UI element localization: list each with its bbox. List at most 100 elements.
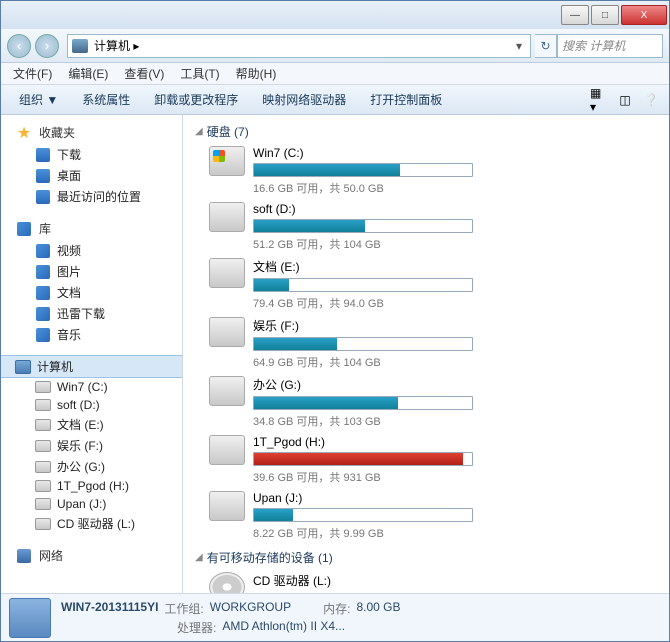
menu-view[interactable]: 查看(V) <box>116 63 172 84</box>
sidebar-lib-item[interactable]: 迅雷下载 <box>1 303 182 324</box>
drive-item[interactable]: 办公 (G:) 34.8 GB 可用，共 103 GB <box>209 376 657 429</box>
drive-icon <box>35 418 51 432</box>
drive-info: 79.4 GB 可用，共 94.0 GB <box>253 295 657 311</box>
library-item-icon <box>35 265 51 279</box>
address-bar[interactable]: 计算机 ▸ ▾ <box>67 34 531 58</box>
memory-label: 内存: <box>323 600 350 617</box>
drive-icon <box>209 376 245 406</box>
computer-large-icon <box>9 598 51 638</box>
sidebar-drive-item[interactable]: 办公 (G:) <box>1 456 182 477</box>
drive-item[interactable]: Win7 (C:) 16.6 GB 可用，共 50.0 GB <box>209 146 657 196</box>
control-panel-button[interactable]: 打开控制面板 <box>360 88 452 111</box>
drive-icon <box>209 491 245 521</box>
computer-name: WIN7-20131115YI <box>61 600 158 617</box>
map-drive-button[interactable]: 映射网络驱动器 <box>252 88 356 111</box>
drive-info: 34.8 GB 可用，共 103 GB <box>253 413 657 429</box>
cpu-value: AMD Athlon(tm) II X4... <box>222 619 345 636</box>
sidebar-lib-item[interactable]: 文档 <box>1 282 182 303</box>
drive-icon <box>35 460 51 474</box>
address-dropdown-icon[interactable]: ▾ <box>512 39 526 53</box>
sidebar-fav-item[interactable]: 下载 <box>1 144 182 165</box>
menubar: 文件(F) 编辑(E) 查看(V) 工具(T) 帮助(H) <box>1 63 669 85</box>
search-input[interactable]: 搜索 计算机 <box>557 34 663 58</box>
memory-value: 8.00 GB <box>356 600 400 617</box>
drive-item[interactable]: 1T_Pgod (H:)39.6 GB 可用，共 931 GB <box>209 435 657 485</box>
sidebar-computer-header[interactable]: 计算机 <box>1 355 182 378</box>
sidebar-drive-item[interactable]: Win7 (C:) <box>1 378 182 396</box>
drive-name: 1T_Pgod (H:) <box>253 435 657 449</box>
minimize-button[interactable]: — <box>561 5 589 25</box>
sidebar-lib-item[interactable]: 图片 <box>1 261 182 282</box>
navbar: ‹ › 计算机 ▸ ▾ ↻ 搜索 计算机 <box>1 29 669 63</box>
drive-icon <box>209 435 245 465</box>
workgroup-value: WORKGROUP <box>210 600 291 617</box>
drive-name: Win7 (C:) <box>253 146 657 160</box>
sidebar-fav-item[interactable]: 桌面 <box>1 165 182 186</box>
close-button[interactable]: X <box>621 5 667 25</box>
drive-icon <box>35 398 51 412</box>
folder-icon <box>35 148 51 162</box>
collapse-icon: ◢ <box>195 126 203 137</box>
drive-icon <box>209 258 245 288</box>
drive-usage-bar <box>253 219 473 233</box>
maximize-button[interactable]: □ <box>591 5 619 25</box>
star-icon: ★ <box>15 125 33 141</box>
refresh-button[interactable]: ↻ <box>535 34 557 58</box>
sidebar-drive-item[interactable]: CD 驱动器 (L:) <box>1 513 182 534</box>
drive-item[interactable]: 娱乐 (F:) 64.9 GB 可用，共 104 GB <box>209 317 657 370</box>
help-icon[interactable]: ❔ <box>641 90 661 110</box>
sidebar-favorites-header[interactable]: ★收藏夹 <box>1 121 182 144</box>
menu-help[interactable]: 帮助(H) <box>228 63 285 84</box>
sidebar-drive-item[interactable]: Upan (J:) <box>1 495 182 513</box>
drive-info: 64.9 GB 可用，共 104 GB <box>253 354 657 370</box>
statusbar: WIN7-20131115YI 工作组: WORKGROUP 内存: 8.00 … <box>1 593 669 641</box>
sidebar-drive-item[interactable]: 娱乐 (F:) <box>1 435 182 456</box>
sidebar-drive-item[interactable]: 1T_Pgod (H:) <box>1 477 182 495</box>
back-button[interactable]: ‹ <box>7 34 31 58</box>
uninstall-button[interactable]: 卸载或更改程序 <box>144 88 248 111</box>
menu-tools[interactable]: 工具(T) <box>172 63 227 84</box>
forward-button[interactable]: › <box>35 34 59 58</box>
library-item-icon <box>35 244 51 258</box>
hdd-section-header[interactable]: ◢硬盘 (7) <box>195 121 657 142</box>
view-icon[interactable]: ▦ ▾ <box>589 90 609 110</box>
titlebar: — □ X <box>1 1 669 29</box>
drive-item[interactable]: soft (D:) 51.2 GB 可用，共 104 GB <box>209 202 657 252</box>
sidebar-fav-item[interactable]: 最近访问的位置 <box>1 186 182 207</box>
drive-icon <box>35 479 51 493</box>
sidebar-lib-item[interactable]: 视频 <box>1 240 182 261</box>
system-properties-button[interactable]: 系统属性 <box>72 88 140 111</box>
sidebar-drive-item[interactable]: soft (D:) <box>1 396 182 414</box>
removable-section-header[interactable]: ◢有可移动存储的设备 (1) <box>195 547 657 568</box>
library-item-icon <box>35 307 51 321</box>
address-text: 计算机 ▸ <box>94 37 139 54</box>
sidebar-libraries-header[interactable]: 库 <box>1 217 182 240</box>
drive-info: 51.2 GB 可用，共 104 GB <box>253 236 657 252</box>
drive-info: 16.6 GB 可用，共 50.0 GB <box>253 180 657 196</box>
sidebar-drive-item[interactable]: 文档 (E:) <box>1 414 182 435</box>
cpu-label: 处理器: <box>177 619 216 636</box>
drive-item[interactable]: Upan (J:)8.22 GB 可用，共 9.99 GB <box>209 491 657 541</box>
cd-drive-item[interactable]: CD 驱动器 (L:) <box>209 572 657 593</box>
drive-name: Upan (J:) <box>253 491 657 505</box>
computer-icon <box>72 39 88 53</box>
menu-edit[interactable]: 编辑(E) <box>60 63 116 84</box>
menu-file[interactable]: 文件(F) <box>5 63 60 84</box>
drive-name: soft (D:) <box>253 202 657 216</box>
drive-usage-bar <box>253 278 473 292</box>
folder-icon <box>35 190 51 204</box>
preview-icon[interactable]: ◫ <box>615 90 635 110</box>
sidebar-lib-item[interactable]: 音乐 <box>1 324 182 345</box>
collapse-icon: ◢ <box>195 552 203 563</box>
cd-icon <box>209 572 245 593</box>
drive-name: 办公 (G:) <box>253 376 657 393</box>
drive-icon <box>35 517 51 531</box>
sidebar-network-header[interactable]: 网络 <box>1 544 182 567</box>
drive-icon <box>209 146 245 176</box>
workgroup-label: 工作组: <box>164 600 203 617</box>
drive-usage-bar <box>253 452 473 466</box>
drive-usage-bar <box>253 163 473 177</box>
organize-button[interactable]: 组织 ▼ <box>9 88 68 111</box>
drive-name: 娱乐 (F:) <box>253 317 657 334</box>
drive-item[interactable]: 文档 (E:)79.4 GB 可用，共 94.0 GB <box>209 258 657 311</box>
